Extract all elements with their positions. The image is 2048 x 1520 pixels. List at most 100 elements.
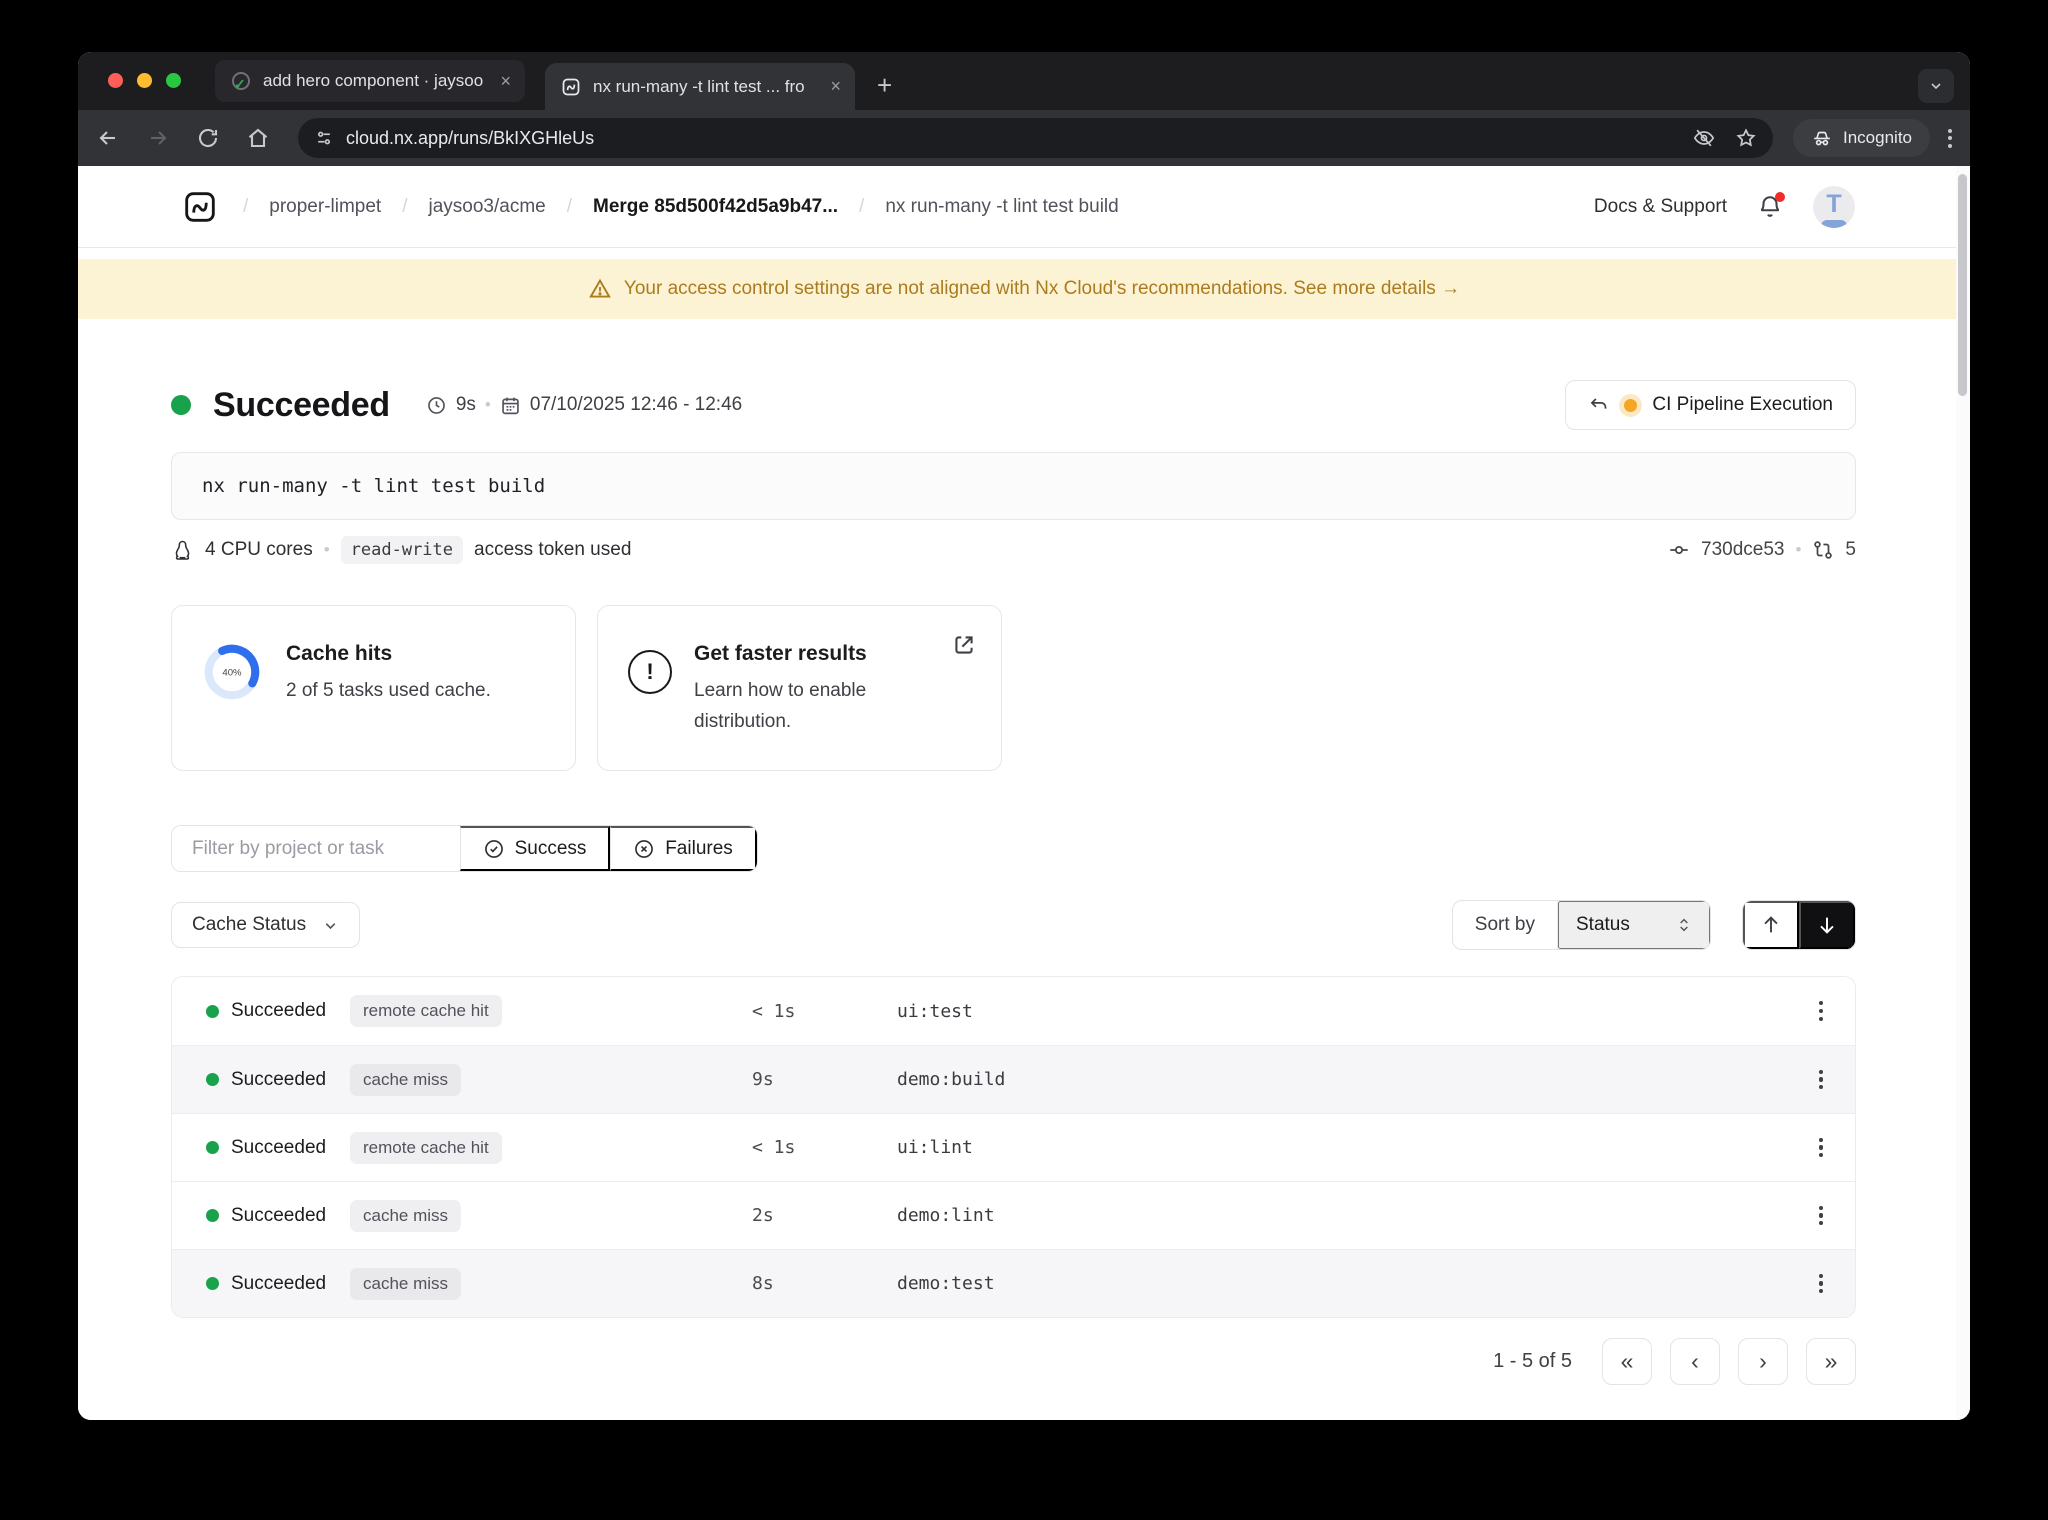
browser-menu-icon[interactable] (1948, 128, 1952, 148)
url-text[interactable]: cloud.nx.app/runs/BkIXGHleUs (346, 128, 1693, 149)
tab-nx-cloud-run[interactable]: nx run-many -t lint test ... fro × (545, 63, 855, 110)
avatar-letter: T (1826, 190, 1842, 218)
filter-success-button[interactable]: Success (460, 826, 610, 871)
breadcrumb-separator: / (243, 195, 249, 217)
cache-status-label: Cache Status (192, 914, 307, 935)
row-cache-chip: remote cache hit (350, 995, 502, 1027)
previous-page-button[interactable]: ‹ (1670, 1338, 1720, 1385)
run-meta-row: 4 CPU cores • read-write access token us… (171, 535, 1856, 565)
bookmark-star-icon[interactable] (1735, 127, 1757, 149)
breadcrumb-merge[interactable]: Merge 85d500f42d5a9b47... (593, 196, 838, 218)
docs-support-link[interactable]: Docs & Support (1594, 196, 1727, 218)
first-page-button[interactable]: « (1602, 1338, 1652, 1385)
distribution-card[interactable]: ! Get faster results Learn how to enable… (597, 605, 1002, 771)
table-row[interactable]: Succeeded cache miss 8s demo:test (172, 1249, 1855, 1317)
tab-search-button[interactable] (1918, 69, 1954, 103)
row-task-name[interactable]: demo:build (897, 1069, 1807, 1090)
row-task-name[interactable]: demo:lint (897, 1205, 1807, 1226)
cache-status-dropdown[interactable]: Cache Status (171, 902, 361, 948)
filter-input[interactable] (172, 826, 460, 871)
eye-off-icon[interactable] (1693, 127, 1715, 149)
cache-hits-subtitle: 2 of 5 tasks used cache. (286, 680, 491, 701)
ci-pipeline-label: CI Pipeline Execution (1652, 394, 1833, 415)
close-window-button[interactable] (108, 73, 123, 88)
filter-failures-button[interactable]: Failures (610, 826, 757, 871)
forward-icon[interactable] (146, 126, 170, 150)
sort-descending-button[interactable] (1799, 901, 1855, 949)
close-tab-icon[interactable]: × (830, 76, 841, 97)
cache-hits-title: Cache hits (286, 642, 393, 665)
branch-count[interactable]: 5 (1845, 539, 1856, 561)
warning-triangle-icon (589, 278, 611, 298)
table-row[interactable]: Succeeded cache miss 9s demo:build (172, 1045, 1855, 1113)
cpu-cores: 4 CPU cores (205, 539, 313, 560)
tab-github-pr[interactable]: ✓ add hero component · jaysoo × (215, 60, 525, 102)
row-menu-icon[interactable] (1813, 1268, 1829, 1300)
back-icon[interactable] (96, 126, 120, 150)
ci-pipeline-execution-button[interactable]: CI Pipeline Execution (1565, 380, 1856, 430)
breadcrumb-workspace[interactable]: proper-limpet (269, 196, 381, 218)
nx-logo-icon[interactable] (183, 190, 217, 224)
sort-field-select[interactable]: Status (1558, 901, 1710, 949)
row-duration: 2s (752, 1205, 774, 1226)
minimize-window-button[interactable] (137, 73, 152, 88)
last-page-button[interactable]: » (1806, 1338, 1856, 1385)
window-controls[interactable] (108, 73, 181, 88)
site-settings-icon[interactable] (314, 128, 334, 148)
incognito-icon (1814, 131, 1830, 146)
address-bar[interactable]: cloud.nx.app/runs/BkIXGHleUs (298, 118, 1773, 158)
row-status-label: Succeeded (231, 1136, 327, 1158)
cache-hits-card: 40% Cache hits 2 of 5 tasks used cache. (171, 605, 576, 771)
row-task-name[interactable]: demo:test (897, 1273, 1807, 1294)
close-tab-icon[interactable]: × (500, 71, 511, 92)
row-menu-icon[interactable] (1813, 995, 1829, 1027)
breadcrumb-run[interactable]: nx run-many -t lint test build (885, 196, 1118, 218)
commit-sha[interactable]: 730dce53 (1701, 539, 1784, 561)
row-status-label: Succeeded (231, 1272, 327, 1294)
scrollbar-thumb[interactable] (1958, 174, 1967, 396)
page-scrollbar[interactable] (1956, 166, 1970, 1420)
row-duration: 9s (752, 1069, 774, 1090)
row-menu-icon[interactable] (1813, 1132, 1829, 1164)
avatar[interactable]: T (1813, 185, 1855, 228)
arrow-up-icon (1764, 916, 1778, 933)
undo-icon (1591, 397, 1607, 409)
breadcrumb-separator: / (859, 195, 865, 217)
new-tab-button[interactable]: + (877, 72, 892, 98)
run-status-title: Succeeded (213, 385, 390, 424)
tab-title: nx run-many -t lint test ... fro (593, 76, 805, 96)
banner-message[interactable]: Your access control settings are not ali… (624, 278, 1460, 300)
next-page-button[interactable]: › (1738, 1338, 1788, 1385)
row-cache-chip: remote cache hit (350, 1131, 502, 1164)
breadcrumb: / proper-limpet / jaysoo3/acme / Merge 8… (243, 196, 1119, 218)
sort-ascending-button[interactable] (1743, 901, 1799, 949)
notifications-button[interactable] (1757, 191, 1785, 220)
task-table: Succeeded remote cache hit < 1s ui:test … (171, 976, 1856, 1318)
row-cache-chip: cache miss (350, 1199, 462, 1232)
breadcrumb-repo[interactable]: jaysoo3/acme (429, 196, 546, 218)
external-link-icon[interactable] (951, 632, 977, 658)
linux-penguin-icon (175, 540, 190, 560)
home-icon[interactable] (246, 126, 270, 150)
row-task-name[interactable]: ui:test (897, 1001, 1807, 1022)
access-control-banner[interactable]: Your access control settings are not ali… (78, 259, 1970, 319)
row-status-dot (206, 1141, 219, 1154)
row-duration: < 1s (752, 1137, 796, 1158)
nx-favicon-icon (562, 78, 580, 95)
row-status-label: Succeeded (231, 1204, 327, 1226)
cache-percent-label: 40% (222, 667, 242, 678)
row-cache-chip: cache miss (350, 1063, 462, 1096)
row-menu-icon[interactable] (1813, 1200, 1829, 1232)
row-task-name[interactable]: ui:lint (897, 1137, 1807, 1158)
table-row[interactable]: Succeeded cache miss 2s demo:lint (172, 1181, 1855, 1249)
fullscreen-window-button[interactable] (166, 73, 181, 88)
table-row[interactable]: Succeeded remote cache hit < 1s ui:test (172, 977, 1855, 1045)
dot-separator: • (323, 540, 330, 559)
reload-icon[interactable] (196, 126, 220, 150)
distribution-title: Get faster results (694, 642, 867, 665)
row-menu-icon[interactable] (1813, 1064, 1829, 1096)
site-header: / proper-limpet / jaysoo3/acme / Merge 8… (78, 166, 1970, 248)
row-status-dot (206, 1209, 219, 1222)
pipeline-status-dot (1624, 398, 1638, 412)
table-row[interactable]: Succeeded remote cache hit < 1s ui:lint (172, 1113, 1855, 1181)
